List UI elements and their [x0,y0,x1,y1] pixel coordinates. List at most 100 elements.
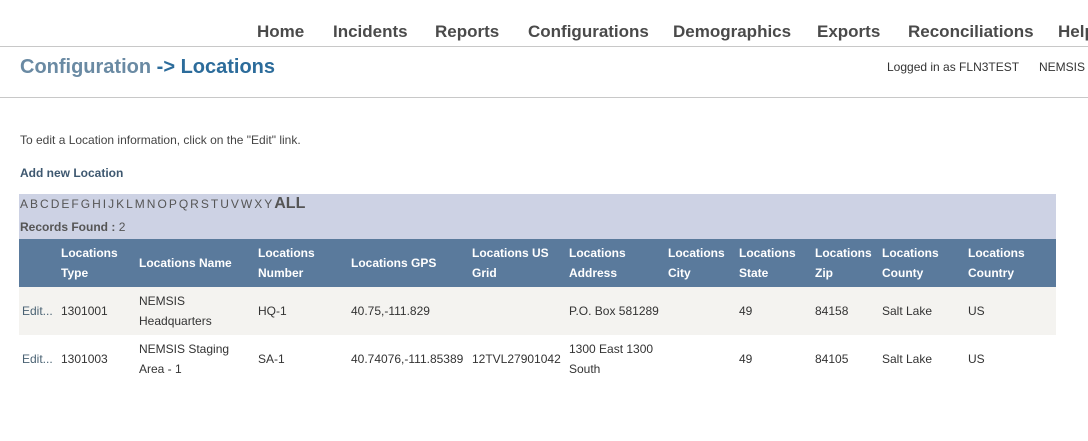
table-cell: 84105 [812,335,879,383]
cell-value: 49 [739,304,753,318]
column-header: Locations City [665,239,736,287]
table-cell: Salt Lake [879,287,965,335]
filter-letter-c[interactable]: C [40,197,49,211]
filter-letter-a[interactable]: A [20,197,28,211]
table-cell [665,287,736,335]
cell-value: NEMSIS Staging Area - 1 [139,342,230,376]
filter-letter-g[interactable]: G [81,197,90,211]
filter-letter-q[interactable]: Q [179,197,188,211]
cell-value: HQ-1 [258,304,287,318]
table-cell: 12TVL27901042 [469,335,566,383]
cell-value: SA-1 [258,352,285,366]
filter-letter-x[interactable]: X [254,197,262,211]
filter-letter-j[interactable]: J [108,197,114,211]
cell-value: 40.75,-111.829 [351,304,430,318]
filter-letter-n[interactable]: N [147,197,156,211]
table-body: Edit... 1301001 NEMSIS Headquarters HQ-1 40.… [19,287,1056,383]
nav-home[interactable]: Home [257,22,304,42]
table-cell: 40.75,-111.829 [348,287,469,335]
filter-letter-i[interactable]: I [103,197,106,211]
nav-exports[interactable]: Exports [817,22,880,42]
table-row: Edit... 1301001 NEMSIS Headquarters HQ-1 40.… [19,287,1056,335]
logged-in-user: Logged in as FLN3TEST [887,60,1020,74]
table-cell: 1300 East 1300 South [566,335,665,383]
cell-value: 1301003 [61,352,108,366]
filter-letter-y[interactable]: Y [264,197,272,211]
column-header: Locations Address [566,239,665,287]
filter-letter-p[interactable]: P [169,197,177,211]
nav-reconciliations[interactable]: Reconciliations [908,22,1034,42]
cell-value: Salt Lake [882,352,933,366]
alphabet-filter: A B C D E F G H I J K L M N O P Q R S T U V W X Y ALL [20,195,305,213]
table-cell [469,287,566,335]
filter-panel: A B C D E F G H I J K L M N O P Q R S T U V W X Y ALL Records Fou… [19,194,1056,239]
page: Home Incidents Reports Configurations De… [0,0,1088,441]
table-row: Edit... 1301003 NEMSIS Staging Area - 1 SA-… [19,335,1056,383]
page-title: Configuration -> Locations [20,56,275,79]
table-header-row: Locations Type Locations Name Locations Nu… [19,239,1056,287]
records-found: Records Found : 2 [20,220,125,234]
nav-help[interactable]: Help [1058,22,1088,42]
header-divider [0,97,1088,98]
cell-value: US [968,304,985,318]
column-header: Locations Name [136,239,255,287]
table-cell: Edit... [19,335,58,383]
table-cell: Salt Lake [879,335,965,383]
edit-link[interactable]: Edit... [22,304,53,318]
filter-letter-e[interactable]: E [61,197,69,211]
nav-reports[interactable]: Reports [435,22,499,42]
table-cell: NEMSIS Headquarters [136,287,255,335]
table-cell: NEMSIS Staging Area - 1 [136,335,255,383]
table-cell: 84158 [812,287,879,335]
nav-configurations[interactable]: Configurations [528,22,649,42]
table-cell: US [965,287,1056,335]
column-header: Locations Number [255,239,348,287]
system-name: NEMSIS [1039,60,1086,74]
cell-value: 84105 [815,352,849,366]
nav-demographics[interactable]: Demographics [673,22,791,42]
filter-letter-l[interactable]: L [126,197,133,211]
table-cell [665,335,736,383]
filter-letter-t[interactable]: T [211,197,218,211]
filter-letter-v[interactable]: V [231,197,239,211]
filter-letter-u[interactable]: U [220,197,229,211]
filter-letter-b[interactable]: B [30,197,38,211]
filter-all[interactable]: ALL [274,195,305,212]
cell-value: 1300 East 1300 South [569,342,654,376]
cell-value: 12TVL27901042 [472,352,561,366]
cell-value: P.O. Box 581289 [569,304,659,318]
filter-letter-w[interactable]: W [241,197,252,211]
add-location-link[interactable]: Add new Location [20,166,123,180]
instructions-text: To edit a Location information, click on… [20,133,301,147]
filter-letter-h[interactable]: H [92,197,101,211]
table-cell: 1301001 [58,287,136,335]
records-found-label: Records Found : [20,220,116,234]
column-header: Locations Type [58,239,136,287]
filter-letter-o[interactable]: O [157,197,166,211]
cell-value: 49 [739,352,753,366]
cell-value: 84158 [815,304,849,318]
table-cell: US [965,335,1056,383]
nav-incidents[interactable]: Incidents [333,22,408,42]
table-cell: P.O. Box 581289 [566,287,665,335]
filter-letter-r[interactable]: R [190,197,199,211]
breadcrumb-current: Locations [180,56,276,78]
cell-value: 1301001 [61,304,108,318]
filter-letter-k[interactable]: K [116,197,124,211]
cell-value: 40.74076,-111.85389 [351,352,464,366]
edit-link[interactable]: Edit... [22,352,53,366]
top-navigation: Home Incidents Reports Configurations De… [0,0,1088,47]
records-found-count: 2 [118,220,126,234]
column-header: Locations County [879,239,965,287]
table-cell: SA-1 [255,335,348,383]
filter-letter-d[interactable]: D [51,197,60,211]
filter-letter-f[interactable]: F [71,197,78,211]
table-cell: 49 [736,335,812,383]
filter-letter-s[interactable]: S [201,197,209,211]
column-header: Locations State [736,239,812,287]
table-cell: 49 [736,287,812,335]
column-header: Locations US Grid [469,239,566,287]
filter-letter-m[interactable]: M [135,197,145,211]
table-cell: 1301003 [58,335,136,383]
column-header: Locations Zip [812,239,879,287]
